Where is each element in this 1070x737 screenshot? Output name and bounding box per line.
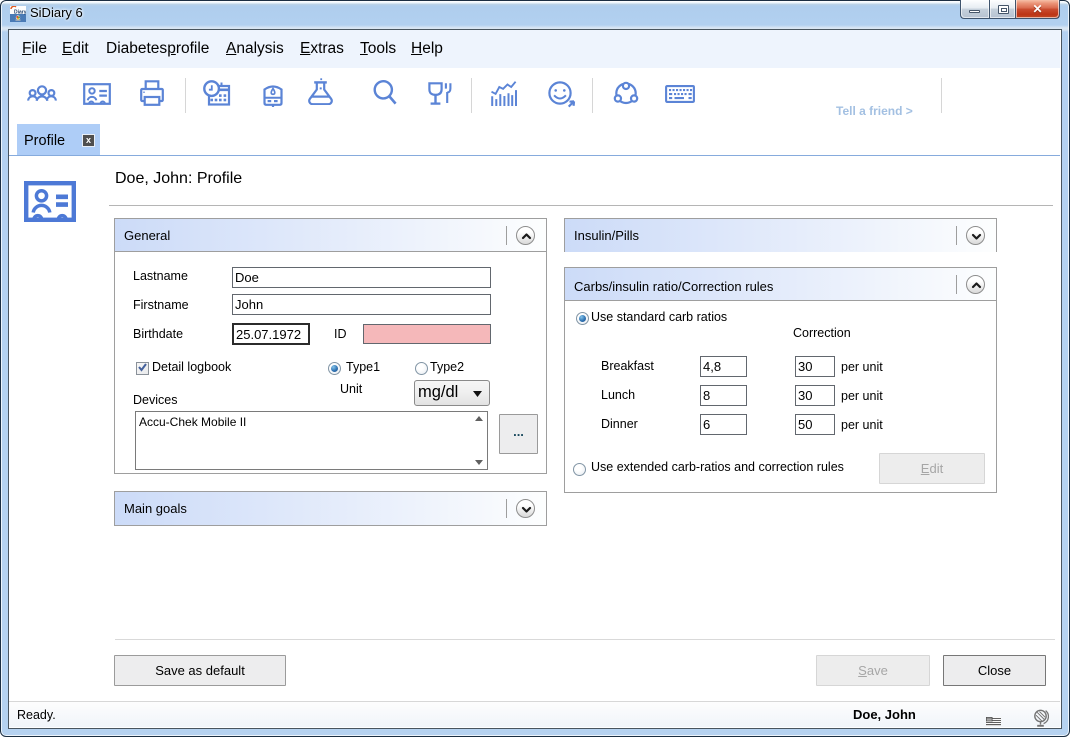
svg-text:Diary: Diary — [14, 10, 26, 16]
